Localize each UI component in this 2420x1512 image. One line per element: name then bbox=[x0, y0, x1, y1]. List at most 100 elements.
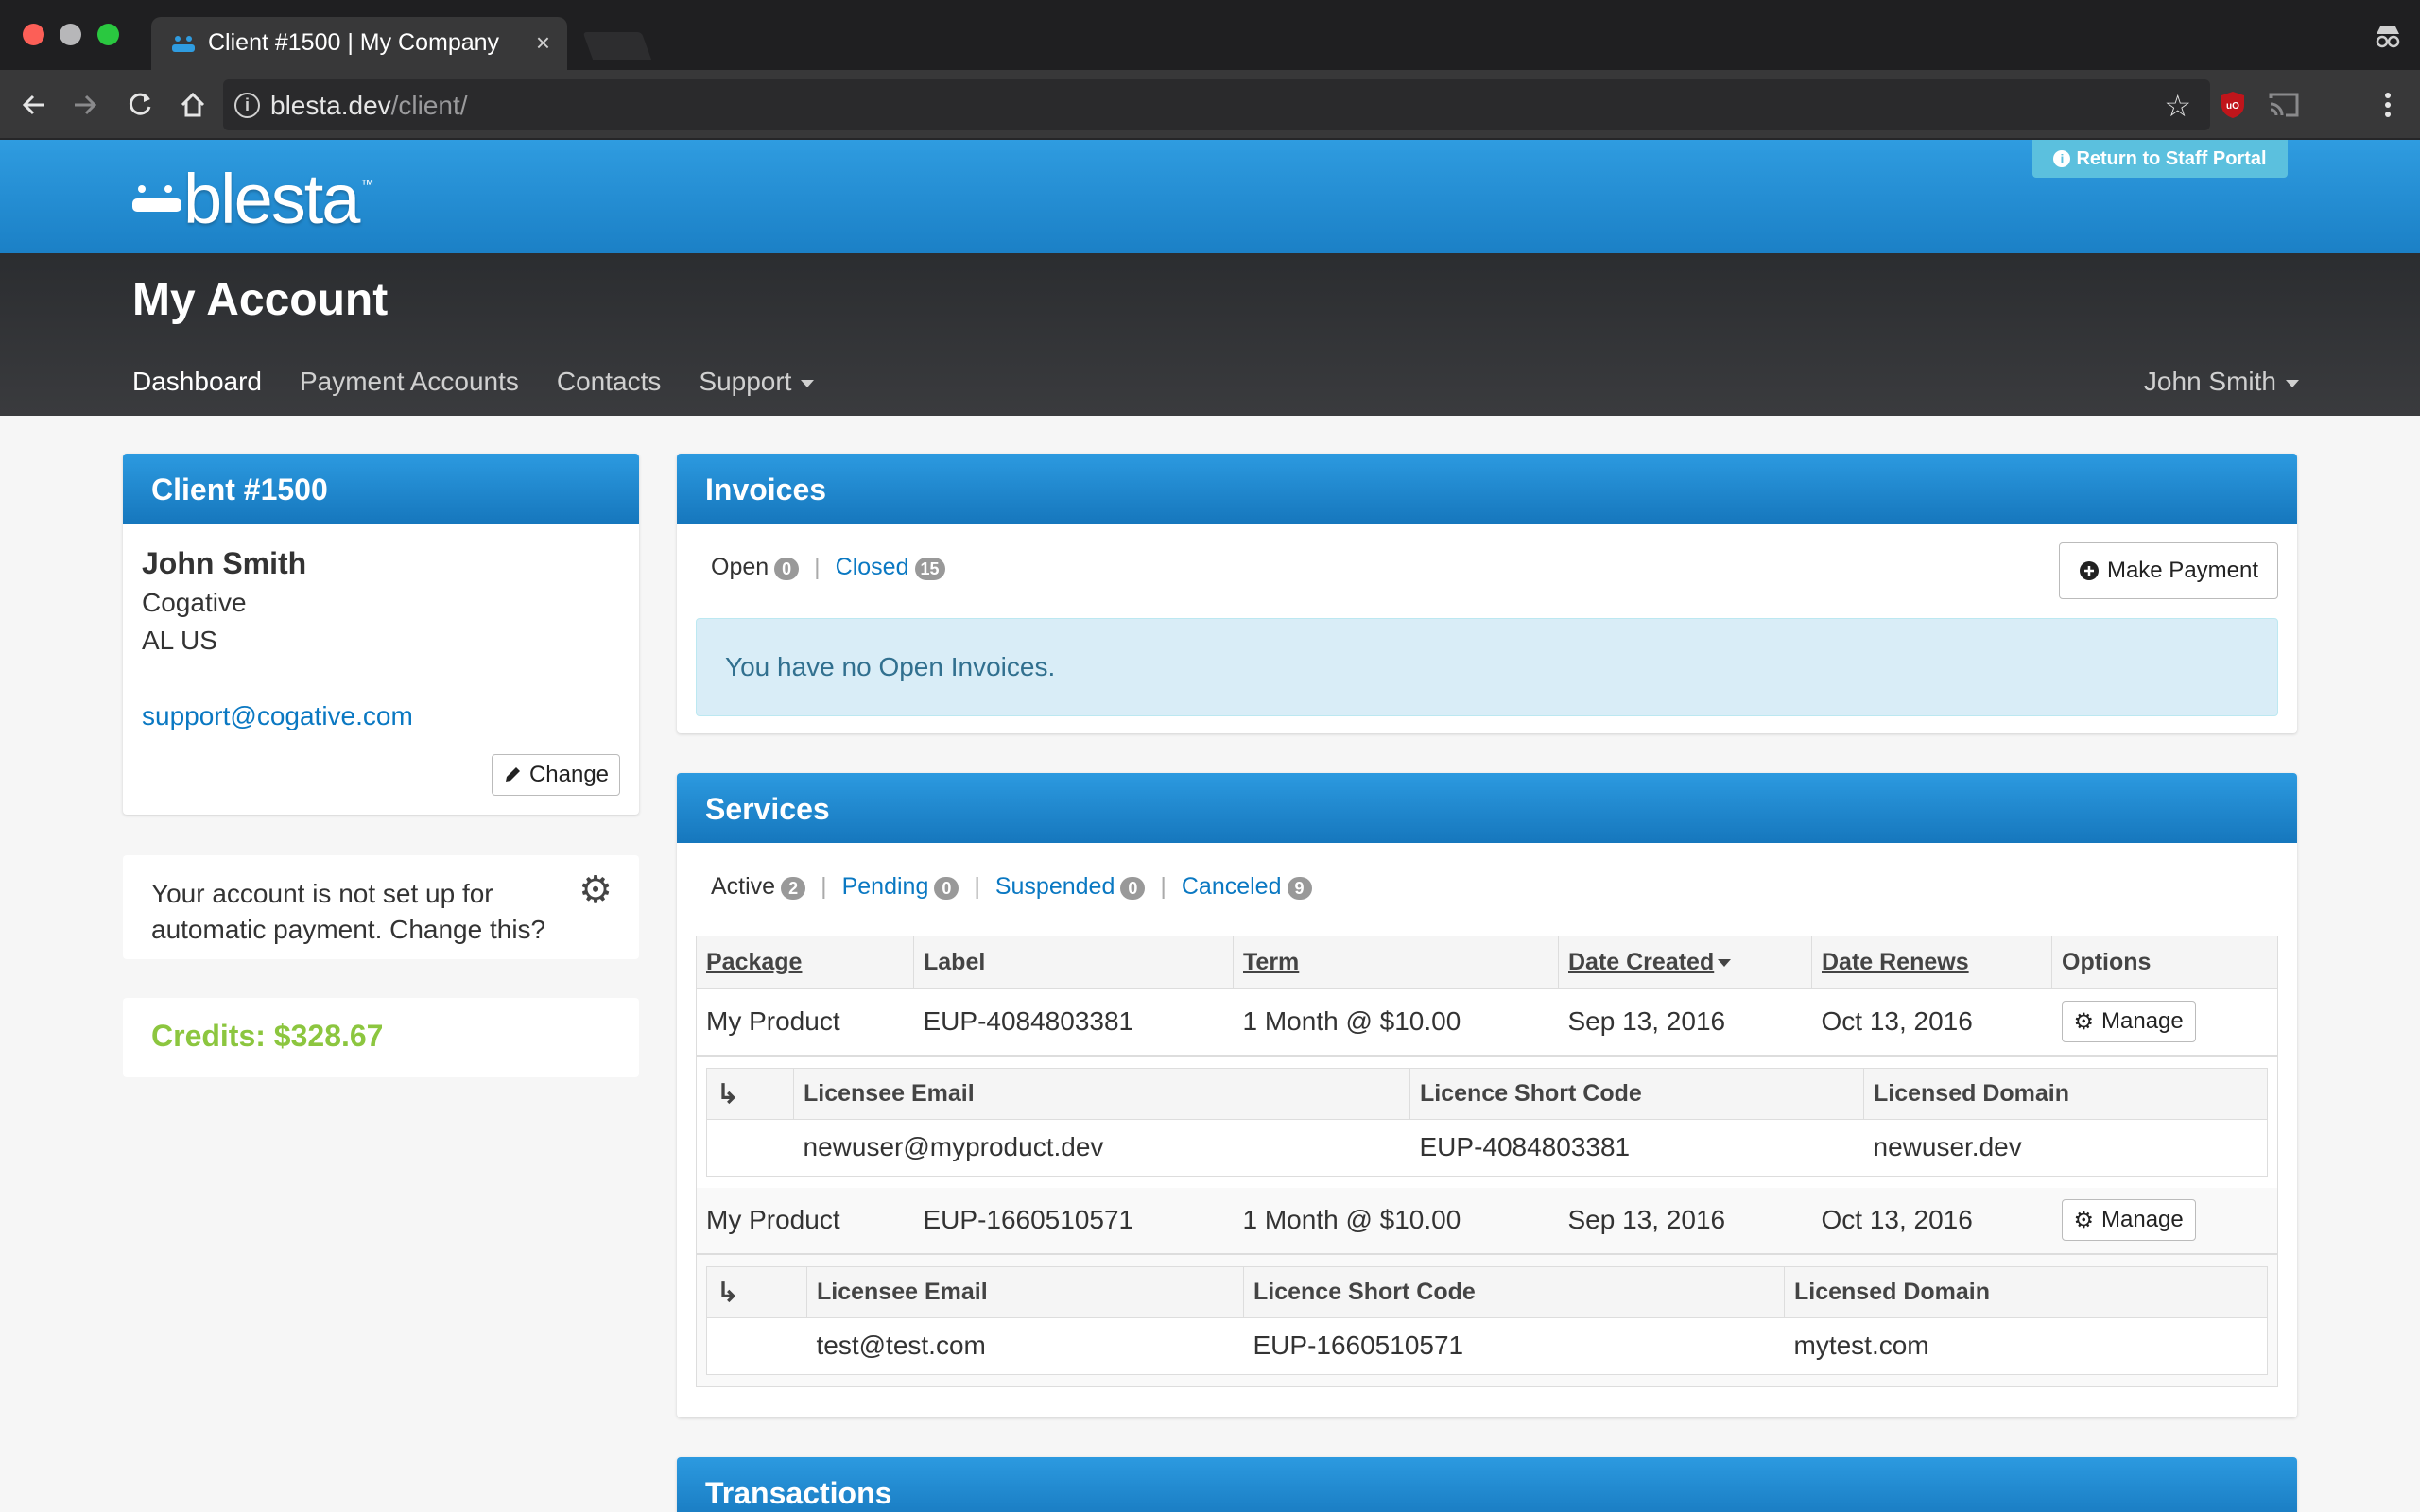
new-tab-button[interactable] bbox=[582, 32, 652, 60]
services-panel: Services Active 2 | Pending 0 | Suspended 0… bbox=[677, 773, 2297, 1418]
manage-button[interactable]: ⚙ Manage bbox=[2061, 1199, 2196, 1241]
blesta-logo[interactable]: blesta ™ bbox=[130, 159, 374, 238]
address-url: blesta.dev/client/ bbox=[270, 91, 468, 120]
reply-arrow-icon: ↳ bbox=[706, 1068, 794, 1120]
return-to-staff-portal-button[interactable]: i Return to Staff Portal bbox=[2032, 140, 2288, 178]
column-licence-code: Licence Short Code bbox=[1243, 1266, 1785, 1318]
tab-title: Client #1500 | My Company bbox=[208, 29, 500, 56]
tab-close-icon[interactable]: × bbox=[536, 28, 550, 58]
client-name: John Smith bbox=[142, 546, 307, 580]
menu-icon[interactable] bbox=[2369, 86, 2407, 124]
star-icon[interactable]: ☆ bbox=[2164, 88, 2191, 124]
back-icon[interactable] bbox=[15, 86, 53, 124]
home-icon[interactable] bbox=[174, 86, 212, 124]
gear-icon: ⚙ bbox=[2073, 1008, 2095, 1035]
licensed-domain: newuser.dev bbox=[1873, 1132, 2022, 1161]
licence-code: EUP-4084803381 bbox=[1419, 1132, 1631, 1161]
service-date-renews: Oct 13, 2016 bbox=[1811, 988, 2052, 1057]
plus-circle-icon bbox=[2079, 561, 2099, 580]
service-date-created: Sep 13, 2016 bbox=[1558, 1187, 1812, 1255]
minimize-window-button[interactable] bbox=[60, 24, 81, 45]
table-row: My Product EUP-1660510571 1 Month @ $10.… bbox=[696, 1187, 2278, 1255]
main-nav: Dashboard Payment Accounts Contacts Supp… bbox=[132, 367, 815, 397]
filter-active[interactable]: Active 2 bbox=[711, 873, 806, 901]
service-label: EUP-1660510571 bbox=[913, 1187, 1234, 1255]
page-title: My Account bbox=[132, 275, 389, 325]
service-options: ⚙ Manage bbox=[2051, 1187, 2278, 1255]
invoice-filters: Open 0 | Closed 15 bbox=[711, 554, 945, 581]
transactions-panel: Transactions bbox=[677, 1457, 2297, 1512]
column-package[interactable]: Package bbox=[696, 936, 914, 989]
cast-icon[interactable] bbox=[2265, 86, 2303, 124]
licensee-email: newuser@myproduct.dev bbox=[803, 1132, 1104, 1161]
gear-icon: ⚙ bbox=[2073, 1207, 2095, 1233]
browser-tab[interactable]: Client #1500 | My Company × bbox=[151, 17, 567, 70]
filter-suspended[interactable]: Suspended 0 bbox=[995, 873, 1146, 901]
account-header: My Account Dashboard Payment Accounts Co… bbox=[0, 253, 2420, 416]
info-icon: i bbox=[2053, 150, 2071, 167]
count-badge: 2 bbox=[781, 877, 806, 900]
svg-text:uO: uO bbox=[2226, 101, 2239, 112]
gear-icon[interactable]: ⚙ bbox=[579, 868, 613, 912]
column-options: Options bbox=[2051, 936, 2278, 989]
count-badge: 0 bbox=[1120, 877, 1146, 900]
nav-dashboard[interactable]: Dashboard bbox=[132, 367, 262, 397]
count-badge: 0 bbox=[934, 877, 959, 900]
client-location: AL US bbox=[142, 626, 217, 655]
column-date-renews[interactable]: Date Renews bbox=[1811, 936, 2052, 989]
filter-canceled[interactable]: Canceled 9 bbox=[1182, 873, 1312, 901]
service-package: My Product bbox=[696, 1187, 914, 1255]
license-row: ↳ Licensee Email Licence Short Code Lice… bbox=[696, 1253, 2278, 1386]
count-badge: 0 bbox=[774, 558, 800, 580]
filter-open[interactable]: Open 0 bbox=[711, 554, 800, 581]
service-label: EUP-4084803381 bbox=[913, 988, 1234, 1057]
logo-trademark: ™ bbox=[360, 177, 374, 192]
licence-code: EUP-1660510571 bbox=[1253, 1331, 1464, 1360]
column-licensed-domain: Licensed Domain bbox=[1863, 1068, 2268, 1120]
services-table: Package Label Term Date Created Date Ren… bbox=[696, 936, 2278, 1387]
column-term[interactable]: Term bbox=[1233, 936, 1559, 989]
column-date-created[interactable]: Date Created bbox=[1558, 936, 1812, 989]
service-date-created: Sep 13, 2016 bbox=[1558, 988, 1812, 1057]
license-table: ↳ Licensee Email Licence Short Code Lice… bbox=[706, 1067, 2268, 1177]
address-bar[interactable]: i blesta.dev/client/ ☆ bbox=[223, 79, 2210, 130]
service-filters: Active 2 | Pending 0 | Suspended 0 | Cancel… bbox=[711, 873, 1312, 901]
licensed-domain: mytest.com bbox=[1793, 1331, 1929, 1360]
forward-icon[interactable] bbox=[66, 86, 104, 124]
service-options: ⚙ Manage bbox=[2051, 988, 2278, 1057]
manage-button[interactable]: ⚙ Manage bbox=[2061, 1001, 2196, 1043]
reload-icon[interactable] bbox=[121, 86, 159, 124]
autopay-notice[interactable]: Your account is not set up for automatic… bbox=[123, 855, 639, 959]
license-table: ↳ Licensee Email Licence Short Code Lice… bbox=[706, 1265, 2268, 1375]
service-package: My Product bbox=[696, 988, 914, 1057]
reply-arrow-icon: ↳ bbox=[706, 1266, 807, 1318]
service-term: 1 Month @ $10.00 bbox=[1233, 988, 1559, 1057]
change-button[interactable]: Change bbox=[492, 754, 620, 796]
make-payment-button[interactable]: Make Payment bbox=[2059, 542, 2278, 599]
nav-contacts[interactable]: Contacts bbox=[557, 367, 662, 397]
user-menu[interactable]: John Smith bbox=[2144, 367, 2299, 397]
nav-support[interactable]: Support bbox=[699, 367, 815, 397]
license-row: ↳ Licensee Email Licence Short Code Lice… bbox=[697, 1056, 2278, 1188]
incognito-icon bbox=[2376, 26, 2400, 48]
table-row: My Product EUP-4084803381 1 Month @ $10.… bbox=[696, 988, 2278, 1057]
site-info-icon[interactable]: i bbox=[234, 93, 260, 118]
licensee-email: test@test.com bbox=[816, 1331, 986, 1360]
column-licensee-email: Licensee Email bbox=[793, 1068, 1410, 1120]
column-licensed-domain: Licensed Domain bbox=[1784, 1266, 2268, 1318]
nav-payment-accounts[interactable]: Payment Accounts bbox=[300, 367, 519, 397]
client-panel-title: Client #1500 bbox=[123, 454, 639, 524]
close-window-button[interactable] bbox=[23, 24, 44, 45]
services-title: Services bbox=[677, 773, 2297, 843]
credits-amount: Credits: $328.67 bbox=[151, 1019, 384, 1053]
client-email-link[interactable]: support@cogative.com bbox=[142, 701, 413, 731]
client-panel: Client #1500 John Smith Cogative AL US s… bbox=[123, 454, 639, 815]
filter-closed[interactable]: Closed 15 bbox=[836, 554, 945, 581]
logo-text: blesta bbox=[183, 159, 360, 238]
ublock-icon[interactable]: uO bbox=[2214, 86, 2252, 124]
credits-box: Credits: $328.67 bbox=[123, 998, 639, 1077]
autopay-text: Your account is not set up for automatic… bbox=[151, 879, 546, 944]
filter-pending[interactable]: Pending 0 bbox=[842, 873, 959, 901]
maximize-window-button[interactable] bbox=[97, 24, 119, 45]
sort-down-icon bbox=[1718, 959, 1732, 968]
